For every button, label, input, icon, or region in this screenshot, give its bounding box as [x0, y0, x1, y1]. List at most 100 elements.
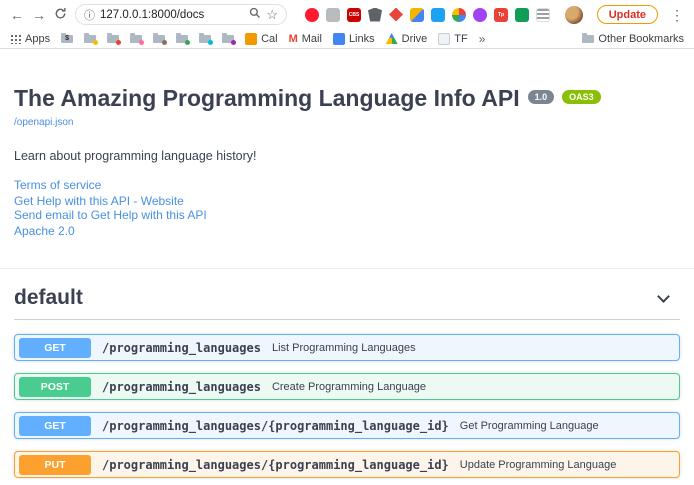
search-icon[interactable]	[249, 6, 261, 24]
folder-icon	[130, 35, 142, 43]
bookmark-label: TF	[454, 33, 467, 45]
drive-icon	[386, 33, 398, 44]
tag-section-header[interactable]: default	[14, 277, 680, 320]
version-badge: 1.0	[528, 90, 555, 104]
extension-icon-blue[interactable]	[431, 8, 445, 22]
update-button[interactable]: Update	[597, 5, 658, 24]
address-bar[interactable]: ⓘ ☆	[75, 4, 287, 25]
gmail-icon: M	[289, 33, 298, 45]
contact-website-link[interactable]: Get Help with this API - Website	[14, 194, 680, 208]
method-badge: POST	[19, 377, 91, 397]
extension-icon-pinwheel[interactable]	[452, 8, 466, 22]
contact-email-link[interactable]: Send email to Get Help with this API	[14, 208, 680, 222]
back-icon[interactable]: ←	[10, 8, 24, 22]
folder-dot	[185, 40, 190, 45]
folder-dot	[231, 40, 236, 45]
folder-dot	[139, 40, 144, 45]
extension-icon-shield[interactable]	[368, 8, 382, 22]
folder-icon	[107, 35, 119, 43]
bookmark-folder-4[interactable]	[130, 35, 142, 43]
tf-icon	[438, 33, 450, 45]
site-info-icon[interactable]: ⓘ	[84, 7, 95, 23]
bookmark-drive[interactable]: Drive	[386, 33, 428, 45]
bookmark-tf[interactable]: TF	[438, 33, 467, 45]
folder-icon	[199, 35, 211, 43]
folder-icon	[582, 35, 594, 43]
method-badge: GET	[19, 416, 91, 436]
extension-icon-tp[interactable]: Tp	[494, 8, 508, 22]
endpoint-row-create-language[interactable]: POST /programming_languages Create Progr…	[14, 373, 680, 400]
info-links: Terms of service Get Help with this API …	[14, 178, 680, 238]
swagger-ui: The Amazing Programming Language Info AP…	[0, 86, 694, 485]
bookmark-folder-3[interactable]	[107, 35, 119, 43]
extension-icon-diamond[interactable]	[389, 8, 403, 22]
refresh-icon[interactable]	[54, 7, 67, 22]
folder-icon	[176, 35, 188, 43]
apps-grid-icon	[10, 33, 21, 44]
endpoint-list: GET /programming_languages List Programm…	[14, 334, 680, 485]
chevron-down-icon[interactable]	[657, 290, 670, 303]
folder-icon	[222, 35, 234, 43]
api-description: Learn about programming language history…	[14, 149, 680, 163]
extension-icon-list[interactable]	[536, 8, 550, 22]
folder-dot	[208, 40, 213, 45]
links-icon	[333, 33, 345, 45]
other-bookmarks[interactable]: Other Bookmarks	[582, 33, 684, 45]
endpoint-summary: Get Programming Language	[460, 420, 599, 432]
endpoint-summary: List Programming Languages	[272, 342, 416, 354]
bookmark-folder-dollar[interactable]: $	[61, 35, 73, 43]
api-title-row: The Amazing Programming Language Info AP…	[14, 86, 680, 111]
method-badge: GET	[19, 338, 91, 358]
bookmark-label: Other Bookmarks	[598, 33, 684, 45]
folder-icon	[153, 35, 165, 43]
bookmarks-bar: Apps $ Cal M Mail Links Drive TF » Other…	[0, 29, 694, 49]
bookmark-star-icon[interactable]: ☆	[266, 7, 278, 23]
oas3-badge: OAS3	[562, 90, 601, 104]
license-link[interactable]: Apache 2.0	[14, 224, 680, 238]
url-input[interactable]	[100, 9, 244, 21]
bookmark-cal[interactable]: Cal	[245, 33, 278, 45]
method-badge: PUT	[19, 455, 91, 475]
dollar-glyph: $	[61, 35, 73, 43]
bookmark-folder-8[interactable]	[222, 35, 234, 43]
calendar-icon	[245, 33, 257, 45]
extension-icon-pen[interactable]	[410, 8, 424, 22]
extension-icon-flower[interactable]	[473, 8, 487, 22]
bookmark-folder-5[interactable]	[153, 35, 165, 43]
openapi-json-link[interactable]: /openapi.json	[14, 117, 74, 128]
endpoint-row-list-languages[interactable]: GET /programming_languages List Programm…	[14, 334, 680, 361]
folder-dot	[93, 40, 98, 45]
bookmark-label: Links	[349, 33, 375, 45]
extensions-area: CBS Tp	[305, 6, 583, 24]
terms-of-service-link[interactable]: Terms of service	[14, 178, 680, 192]
folder-icon: $	[61, 35, 73, 43]
bookmarks-overflow-icon[interactable]: »	[479, 32, 486, 46]
bookmark-label: Cal	[261, 33, 278, 45]
bookmark-folder-6[interactable]	[176, 35, 188, 43]
bookmark-folder-2[interactable]	[84, 35, 96, 43]
endpoint-row-update-language[interactable]: PUT /programming_languages/{programming_…	[14, 451, 680, 478]
extension-icon-green[interactable]	[515, 8, 529, 22]
browser-menu-icon[interactable]: ⋮	[670, 8, 684, 22]
profile-avatar[interactable]	[565, 6, 583, 24]
extension-icon-gray[interactable]	[326, 8, 340, 22]
bookmark-apps[interactable]: Apps	[10, 33, 50, 45]
endpoint-path: /programming_languages/{programming_lang…	[102, 419, 449, 433]
folder-dot	[162, 40, 167, 45]
bookmark-label: Mail	[302, 33, 322, 45]
tag-section-title: default	[14, 286, 83, 310]
bookmark-folder-7[interactable]	[199, 35, 211, 43]
bookmark-links[interactable]: Links	[333, 33, 375, 45]
page-title: The Amazing Programming Language Info AP…	[14, 86, 520, 111]
forward-icon[interactable]: →	[32, 8, 46, 22]
bookmark-label: Drive	[402, 33, 428, 45]
folder-dot	[116, 40, 121, 45]
browser-toolbar: ← → ⓘ ☆ CBS Tp Update ⋮	[0, 0, 694, 29]
extension-icon-circle-red[interactable]	[305, 8, 319, 22]
endpoint-path: /programming_languages/{programming_lang…	[102, 458, 449, 472]
endpoint-path: /programming_languages	[102, 380, 261, 394]
extension-icon-cbs[interactable]: CBS	[347, 8, 361, 22]
endpoint-row-get-language[interactable]: GET /programming_languages/{programming_…	[14, 412, 680, 439]
folder-icon	[84, 35, 96, 43]
bookmark-mail[interactable]: M Mail	[289, 33, 322, 45]
